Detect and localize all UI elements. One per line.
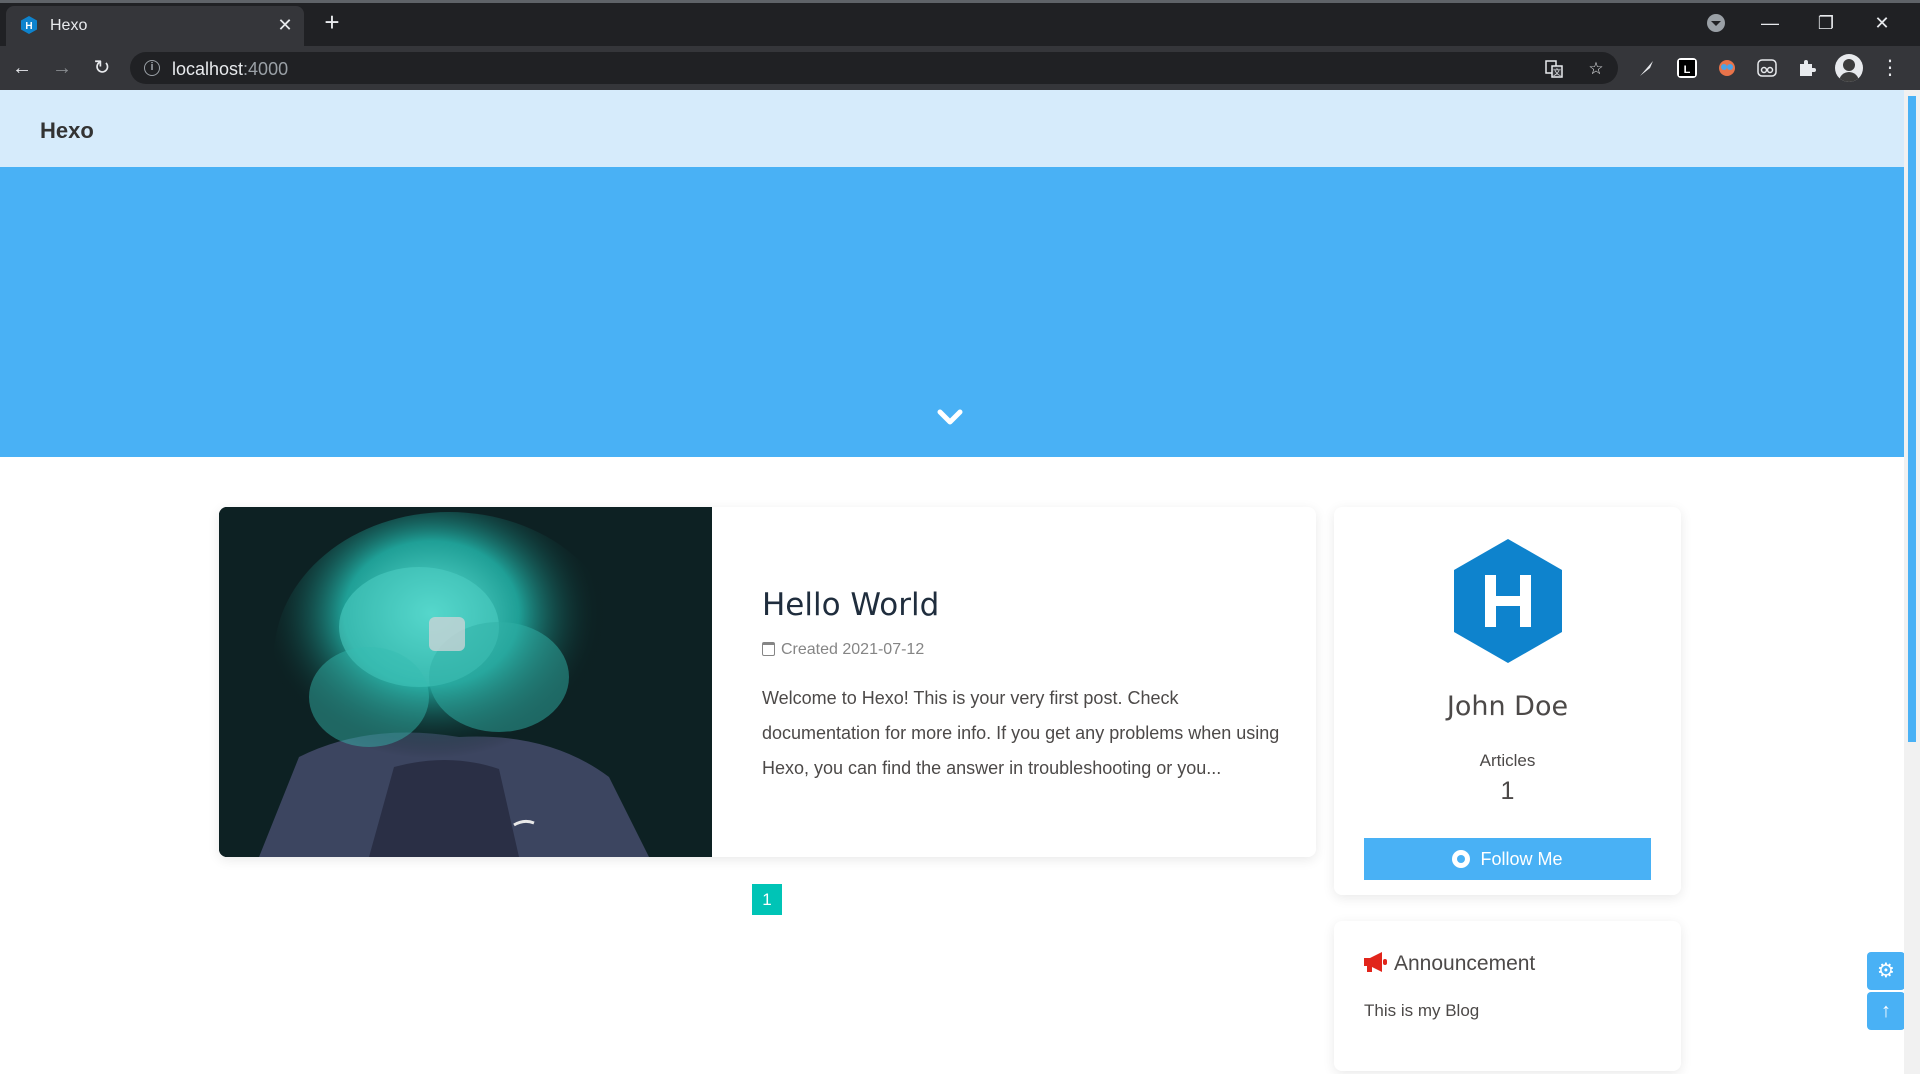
tab-title: Hexo (50, 17, 88, 34)
browser-tab[interactable]: H Hexo ✕ (6, 6, 304, 46)
url-text[interactable]: localhost:4000 (172, 59, 288, 80)
author-avatar-hexo-icon[interactable] (1452, 539, 1564, 663)
extension-colorful-icon[interactable] (1717, 58, 1737, 78)
announcement-text: This is my Blog (1364, 1001, 1480, 1020)
feather-extension-icon[interactable] (1637, 58, 1657, 78)
bookmark-star-icon[interactable]: ☆ (1586, 59, 1606, 79)
site-title[interactable]: Hexo (40, 118, 94, 144)
site-navbar: Hexo (0, 90, 1904, 167)
tab-close-icon[interactable]: ✕ (274, 14, 296, 36)
post-title-link[interactable]: Hello World (762, 587, 1282, 623)
new-tab-button[interactable]: + (320, 9, 344, 35)
svg-text:H: H (25, 21, 32, 32)
scrollbar-thumb[interactable] (1908, 96, 1916, 348)
browser-menu-icon[interactable]: ⋮ (1880, 58, 1900, 78)
pagination-page-1[interactable]: 1 (752, 884, 782, 915)
address-bar[interactable]: i localhost:4000 文 ☆ (130, 52, 1618, 84)
announcement-heading: Announcement (1362, 951, 1535, 976)
megaphone-icon (1364, 952, 1387, 972)
site-info-icon[interactable]: i (144, 60, 160, 76)
announcement-title: Announcement (1394, 952, 1536, 975)
author-info-card: John Doe Articles 1 Follow Me (1334, 507, 1681, 895)
post-created-date: Created 2021-07-12 (781, 641, 925, 658)
extension-incognito-icon[interactable] (1757, 58, 1777, 78)
svg-text:L: L (1684, 64, 1691, 76)
svg-text:文: 文 (1553, 67, 1561, 77)
window-top-border (0, 0, 1920, 3)
scroll-down-chevron-icon[interactable] (937, 407, 963, 427)
follow-me-label: Follow Me (1480, 849, 1563, 869)
url-host: localhost (172, 59, 244, 79)
post-excerpt: Welcome to Hexo! This is your very first… (762, 688, 1280, 778)
github-icon (1452, 850, 1471, 868)
recent-post-card[interactable]: Hello World Created 2021-07-12 Welcome t… (219, 507, 1316, 857)
reload-button[interactable]: ↻ (90, 56, 114, 80)
extensions-puzzle-icon[interactable] (1797, 58, 1817, 78)
post-cover-image[interactable] (219, 507, 712, 857)
post-meta: Created 2021-07-12 (762, 641, 1282, 659)
back-button[interactable]: ← (10, 56, 34, 80)
announcement-card: Announcement This is my Blog (1334, 921, 1681, 1071)
hexo-favicon-icon: H (21, 16, 37, 34)
tab-search-icon[interactable] (1707, 14, 1725, 32)
profile-avatar[interactable] (1835, 54, 1863, 82)
smoke-person-image (219, 507, 712, 857)
scrollbar-track-highlight (1908, 348, 1916, 742)
forward-button[interactable]: → (50, 56, 74, 80)
author-name: John Doe (1446, 691, 1569, 722)
translate-icon[interactable]: 文 (1544, 59, 1564, 79)
hero-banner (0, 167, 1904, 457)
settings-gear-icon[interactable]: ⚙ (1867, 952, 1905, 990)
page-scrollbar[interactable] (1904, 90, 1920, 1074)
window-minimize-button[interactable]: — (1747, 8, 1793, 38)
back-to-top-icon[interactable]: ↑ (1867, 992, 1905, 1030)
browser-toolbar: ← → ↻ i localhost:4000 文 ☆ L ⋮ (0, 46, 1920, 90)
browser-tab-strip: H Hexo ✕ + — ❐ ✕ (0, 0, 1920, 46)
post-info: Hello World Created 2021-07-12 Welcome t… (762, 587, 1282, 786)
articles-count[interactable]: 1 (1334, 777, 1681, 806)
calendar-icon (762, 642, 775, 656)
extension-l-icon[interactable]: L (1677, 58, 1697, 78)
url-port: :4000 (243, 59, 289, 79)
window-close-button[interactable]: ✕ (1859, 8, 1905, 38)
articles-label[interactable]: Articles (1334, 751, 1681, 771)
window-restore-button[interactable]: ❐ (1803, 8, 1849, 38)
follow-me-button[interactable]: Follow Me (1364, 838, 1651, 880)
